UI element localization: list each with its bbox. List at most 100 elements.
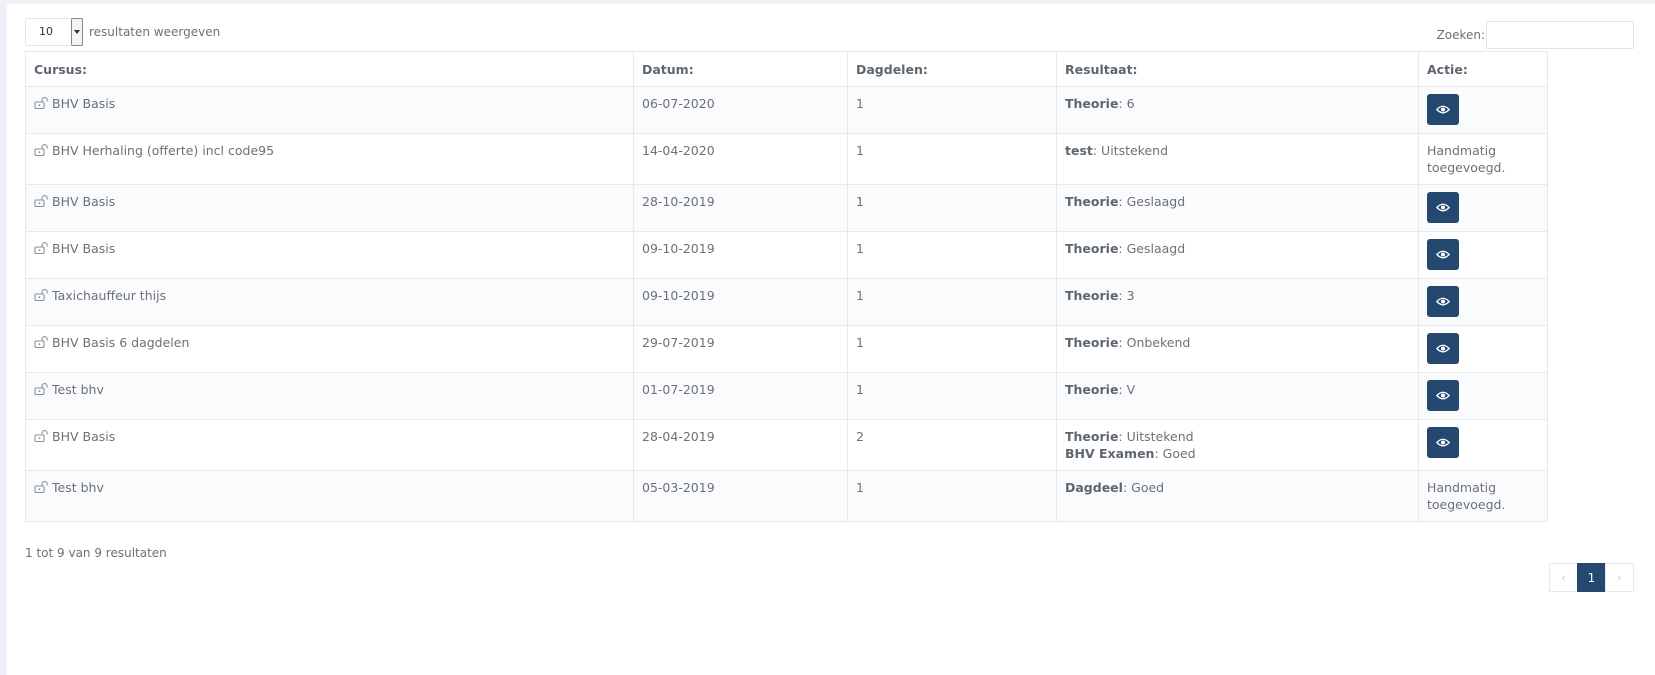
- view-button[interactable]: [1427, 192, 1459, 223]
- column-header-actie[interactable]: Actie:: [1418, 51, 1548, 87]
- cell-resultaat: Theorie: V: [1056, 372, 1419, 420]
- cell-resultaat: Theorie: Geslaagd: [1056, 184, 1419, 232]
- course-name: BHV Basis: [52, 194, 116, 209]
- view-button[interactable]: [1427, 333, 1459, 364]
- cell-actie: [1418, 419, 1548, 471]
- eye-icon: [1436, 343, 1450, 354]
- pagination-next-button[interactable]: ›: [1605, 563, 1634, 592]
- result-value: : Goed: [1122, 480, 1165, 495]
- result-key: Dagdeel: [1065, 480, 1123, 495]
- view-button[interactable]: [1427, 94, 1459, 125]
- cell-resultaat: test: Uitstekend: [1056, 133, 1419, 185]
- result-value: : V: [1118, 382, 1136, 397]
- eye-icon: [1436, 249, 1450, 260]
- course-name: Taxichauffeur thijs: [52, 288, 167, 303]
- manual-added-text: Handmatig toegevoegd.: [1427, 480, 1506, 512]
- course-name: Test bhv: [52, 382, 104, 397]
- cell-dagdelen: 1: [847, 278, 1057, 326]
- cell-datum: 28-10-2019: [633, 184, 848, 232]
- unlock-icon: [34, 480, 50, 494]
- cell-cursus: BHV Basis: [25, 419, 634, 471]
- result-key: Theorie: [1065, 96, 1119, 111]
- view-button[interactable]: [1427, 380, 1459, 411]
- result-value: : Uitstekend: [1092, 143, 1169, 158]
- result-line: Theorie: Geslaagd: [1065, 240, 1410, 257]
- result-line: Dagdeel: Goed: [1065, 479, 1410, 496]
- cell-datum: 01-07-2019: [633, 372, 848, 420]
- cell-cursus: Taxichauffeur thijs: [25, 278, 634, 326]
- result-line: Theorie: Geslaagd: [1065, 193, 1410, 210]
- pagination-page-button[interactable]: 1: [1577, 563, 1606, 592]
- result-value: : Goed: [1154, 446, 1196, 461]
- length-menu: 10 resultaten weergeven: [25, 18, 220, 46]
- cell-cursus: BHV Herhaling (offerte) incl code95: [25, 133, 634, 185]
- table-row: Taxichauffeur thijs 09-10-2019 1 Theorie: 3: [25, 278, 1548, 326]
- result-value: : Onbekend: [1118, 335, 1191, 350]
- table-row: BHV Basis 09-10-2019 1 Theorie: Geslaagd: [25, 231, 1548, 279]
- result-key: BHV Examen: [1065, 446, 1155, 461]
- course-name: Test bhv: [52, 480, 104, 495]
- cell-actie: Handmatig toegevoegd.: [1418, 470, 1548, 522]
- cell-dagdelen: 1: [847, 184, 1057, 232]
- cell-datum: 09-10-2019: [633, 278, 848, 326]
- view-button[interactable]: [1427, 427, 1459, 458]
- results-panel: 10 resultaten weergeven Zoeken: Cursus: …: [7, 4, 1655, 675]
- cell-resultaat: Theorie: 6: [1056, 86, 1419, 134]
- cell-cursus: BHV Basis 6 dagdelen: [25, 325, 634, 373]
- cell-dagdelen: 1: [847, 231, 1057, 279]
- cell-dagdelen: 1: [847, 470, 1057, 522]
- eye-icon: [1436, 390, 1450, 401]
- result-line: Theorie: 6: [1065, 95, 1410, 112]
- page-length-select[interactable]: 10: [25, 18, 83, 46]
- result-line: Theorie: V: [1065, 381, 1410, 398]
- cell-actie: [1418, 86, 1548, 134]
- cell-actie: [1418, 231, 1548, 279]
- cell-datum: 06-07-2020: [633, 86, 848, 134]
- pagination-prev-button[interactable]: ‹: [1549, 563, 1578, 592]
- result-line: Theorie: Onbekend: [1065, 334, 1410, 351]
- unlock-icon: [34, 194, 50, 208]
- result-line: test: Uitstekend: [1065, 142, 1410, 159]
- view-button[interactable]: [1427, 239, 1459, 270]
- manual-added-text: Handmatig toegevoegd.: [1427, 143, 1506, 175]
- table-row: BHV Herhaling (offerte) incl code95 14-04…: [25, 133, 1548, 185]
- result-key: Theorie: [1065, 241, 1119, 256]
- cell-datum: 14-04-2020: [633, 133, 848, 185]
- result-key: Theorie: [1065, 429, 1119, 444]
- result-key: Theorie: [1065, 194, 1119, 209]
- course-name: BHV Herhaling (offerte) incl code95: [52, 143, 275, 158]
- page-length-value: 10: [39, 25, 53, 38]
- chevron-down-icon[interactable]: [71, 18, 83, 46]
- eye-icon: [1436, 202, 1450, 213]
- cell-datum: 29-07-2019: [633, 325, 848, 373]
- result-value: : Geslaagd: [1118, 241, 1186, 256]
- results-table: Cursus: Datum: Dagdelen: Resultaat: Acti…: [25, 51, 1548, 522]
- column-header-dagdelen[interactable]: Dagdelen:: [847, 51, 1057, 87]
- cell-dagdelen: 2: [847, 419, 1057, 471]
- cell-cursus: BHV Basis: [25, 184, 634, 232]
- table-row: BHV Basis 06-07-2020 1 Theorie: 6: [25, 86, 1548, 134]
- unlock-icon: [34, 382, 50, 396]
- search-input[interactable]: [1486, 21, 1634, 49]
- view-button[interactable]: [1427, 286, 1459, 317]
- table-toolbar: 10 resultaten weergeven Zoeken:: [25, 18, 1655, 50]
- result-line: Theorie: 3: [1065, 287, 1410, 304]
- cell-dagdelen: 1: [847, 86, 1057, 134]
- result-line: BHV Examen: Goed: [1065, 445, 1410, 462]
- table-body: BHV Basis 06-07-2020 1 Theorie: 6 BHV Herhal…: [25, 86, 1548, 522]
- column-header-datum[interactable]: Datum:: [633, 51, 848, 87]
- cell-dagdelen: 1: [847, 325, 1057, 373]
- column-header-resultaat[interactable]: Resultaat:: [1056, 51, 1419, 87]
- cell-cursus: BHV Basis: [25, 86, 634, 134]
- table-row: BHV Basis 28-04-2019 2 Theorie: Uitstekend B…: [25, 419, 1548, 471]
- cell-actie: [1418, 278, 1548, 326]
- table-header-row: Cursus: Datum: Dagdelen: Resultaat: Acti…: [25, 51, 1548, 87]
- cell-actie: [1418, 325, 1548, 373]
- result-value: : Geslaagd: [1118, 194, 1186, 209]
- course-name: BHV Basis 6 dagdelen: [52, 335, 190, 350]
- result-key: Theorie: [1065, 288, 1119, 303]
- column-header-cursus[interactable]: Cursus:: [25, 51, 634, 87]
- unlock-icon: [34, 335, 50, 349]
- cell-resultaat: Theorie: Uitstekend BHV Examen: Goed: [1056, 419, 1419, 471]
- table-row: BHV Basis 6 dagdelen 29-07-2019 1 Theorie: …: [25, 325, 1548, 373]
